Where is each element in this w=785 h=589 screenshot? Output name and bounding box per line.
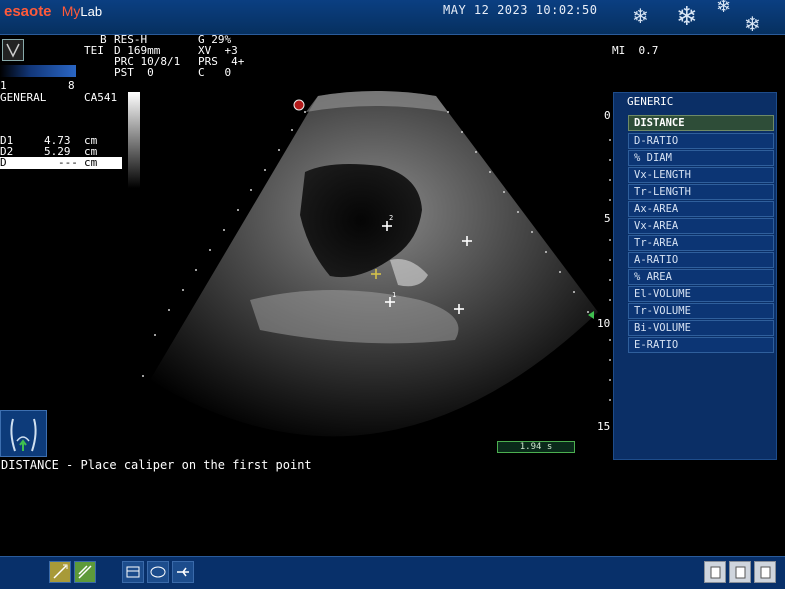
menu-item-ax-area[interactable]: Ax-AREA bbox=[628, 201, 774, 217]
menu-item-tr-area[interactable]: Tr-AREA bbox=[628, 235, 774, 251]
menu-item-e-ratio[interactable]: E-RATIO bbox=[628, 337, 774, 353]
depth-ruler bbox=[609, 139, 611, 401]
body-marker-icon[interactable] bbox=[0, 410, 47, 457]
caliper-tool-button[interactable] bbox=[49, 561, 71, 583]
depth-label: 15 bbox=[597, 420, 611, 433]
menu-item-d-ratio[interactable]: D-RATIO bbox=[628, 133, 774, 149]
cine-time-box[interactable]: 1.94 s bbox=[497, 441, 575, 453]
measure-tool-button[interactable] bbox=[74, 561, 96, 583]
depth-label: 5 bbox=[604, 212, 611, 225]
depth-label: 10 bbox=[597, 317, 611, 330]
menu-item-tr-length[interactable]: Tr-LENGTH bbox=[628, 184, 774, 200]
caliper-label: 1 bbox=[392, 291, 396, 299]
status-prompt: DISTANCE - Place caliper on the first po… bbox=[1, 458, 312, 472]
menu-title: GENERIC bbox=[627, 95, 674, 108]
copy-button[interactable] bbox=[729, 561, 751, 583]
print-button[interactable] bbox=[704, 561, 726, 583]
measurement-menu: GENERIC DISTANCE D-RATIO % DIAM Vx-LENGT… bbox=[613, 92, 777, 460]
usb-icon[interactable] bbox=[172, 561, 194, 583]
menu-item-pct-diam[interactable]: % DIAM bbox=[628, 150, 774, 166]
menu-item-pct-area[interactable]: % AREA bbox=[628, 269, 774, 285]
orientation-marker-icon bbox=[293, 99, 305, 111]
menu-item-el-volume[interactable]: El-VOLUME bbox=[628, 286, 774, 302]
caliper-label: 2 bbox=[389, 214, 393, 222]
menu-item-vx-area[interactable]: Vx-AREA bbox=[628, 218, 774, 234]
menu-item-a-ratio[interactable]: A-RATIO bbox=[628, 252, 774, 268]
dicom-network-button[interactable] bbox=[147, 561, 169, 583]
menu-item-vx-length[interactable]: Vx-LENGTH bbox=[628, 167, 774, 183]
menu-item-distance[interactable]: DISTANCE bbox=[628, 115, 774, 131]
menu-item-bi-volume[interactable]: Bi-VOLUME bbox=[628, 320, 774, 336]
depth-label: 0 bbox=[604, 109, 611, 122]
report-button[interactable] bbox=[754, 561, 776, 583]
archive-button[interactable] bbox=[122, 561, 144, 583]
menu-item-tr-volume[interactable]: Tr-VOLUME bbox=[628, 303, 774, 319]
bottom-toolbar bbox=[0, 556, 785, 589]
